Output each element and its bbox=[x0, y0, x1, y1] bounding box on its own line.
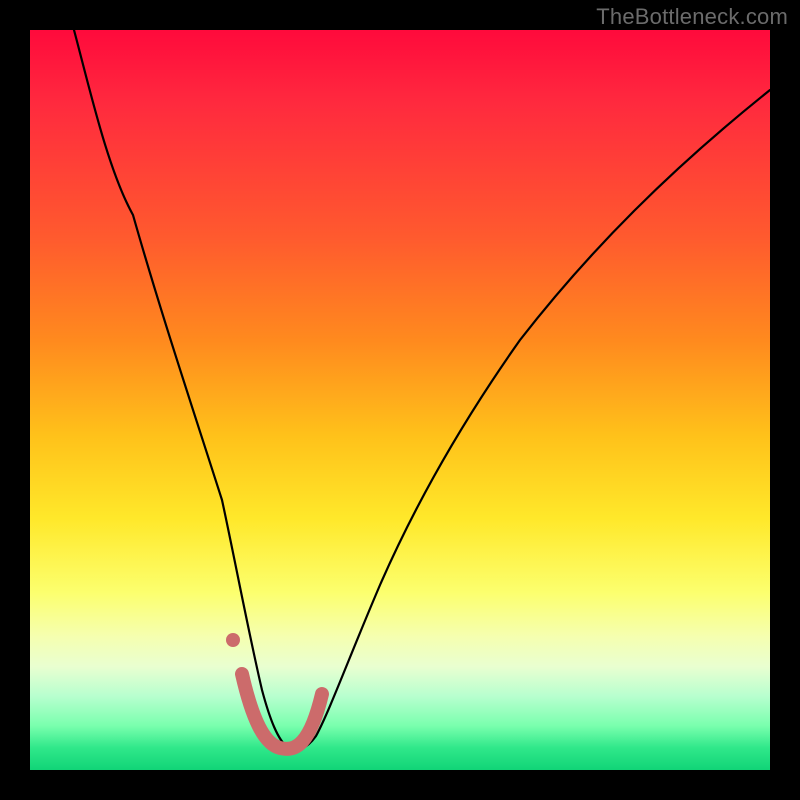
optimal-range-dot bbox=[226, 633, 240, 647]
bottleneck-curve bbox=[74, 30, 770, 750]
chart-frame: TheBottleneck.com bbox=[0, 0, 800, 800]
watermark-text: TheBottleneck.com bbox=[596, 4, 788, 30]
curve-svg bbox=[30, 30, 770, 770]
optimal-range-marker bbox=[242, 674, 322, 749]
plot-area bbox=[30, 30, 770, 770]
